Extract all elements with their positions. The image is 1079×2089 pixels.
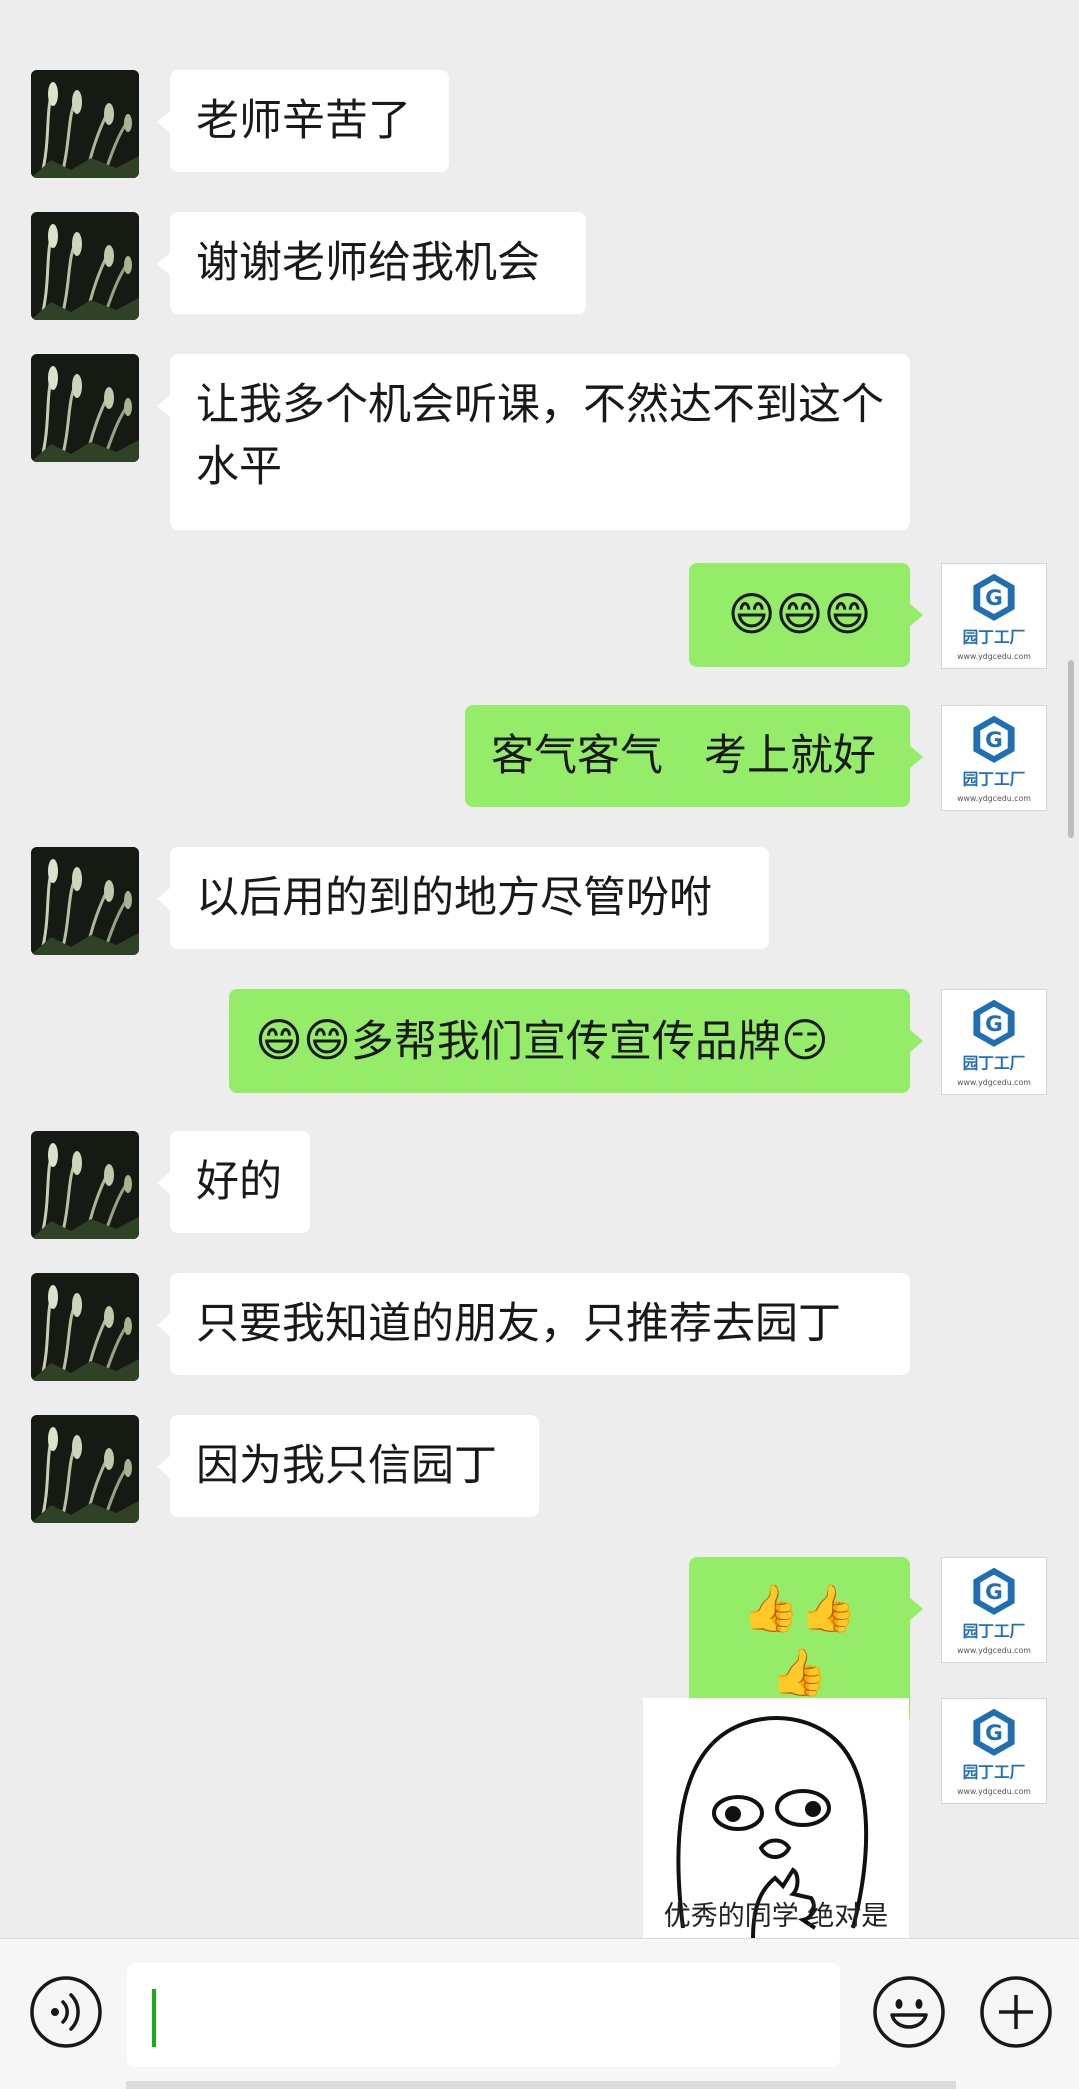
voice-icon [30, 1976, 102, 2048]
scrollbar[interactable] [1068, 660, 1074, 838]
grass-photo-icon [31, 847, 139, 955]
grass-photo-icon [31, 212, 139, 320]
my-avatar[interactable]: G 园丁工厂 www.ydgcedu.com [941, 705, 1047, 811]
svg-text:G: G [985, 586, 1003, 611]
keyboard-edge [126, 2081, 956, 2089]
brand-name: 园丁工厂 [963, 769, 1026, 788]
svg-text:G: G [985, 1721, 1003, 1746]
grass-photo-icon [31, 354, 139, 462]
brand-url: www.ydgcedu.com [957, 652, 1031, 661]
emoji-group: 😄😄 [255, 1013, 351, 1067]
more-button[interactable] [979, 1975, 1053, 2049]
svg-text:G: G [985, 1012, 1003, 1037]
contact-avatar[interactable] [31, 1273, 139, 1381]
sticker-image[interactable]: 优秀的同学 绝对是 [643, 1698, 909, 1938]
grass-photo-icon [31, 70, 139, 178]
grass-photo-icon [31, 1131, 139, 1239]
thumbs-up-emoji-group: 👍👍👍 [742, 1581, 857, 1699]
my-avatar[interactable]: G 园丁工厂 www.ydgcedu.com [941, 563, 1047, 669]
chat-history[interactable]: 老师辛苦了 谢谢老师给我机会 让我多个机会听课，不然达不到这个水平 😄😄😄 G … [0, 0, 1079, 1938]
brand-url: www.ydgcedu.com [957, 1646, 1031, 1655]
smirk-emoji: 😏 [780, 1013, 829, 1067]
message-bubble-incoming[interactable]: 因为我只信园丁 [157, 1415, 539, 1517]
message-text: 客气客气 考上就好 [491, 731, 877, 781]
brand-logo-icon: G 园丁工厂 www.ydgcedu.com [942, 1699, 1046, 1803]
sticker-caption: 优秀的同学 绝对是 [663, 1901, 889, 1932]
message-bubble-incoming[interactable]: 让我多个机会听课，不然达不到这个水平 [157, 354, 910, 530]
plus-icon [980, 1976, 1052, 2048]
my-avatar[interactable]: G 园丁工厂 www.ydgcedu.com [941, 1557, 1047, 1663]
voice-button[interactable] [29, 1975, 103, 2049]
brand-logo-icon: G 园丁工厂 www.ydgcedu.com [942, 706, 1046, 810]
message-bubble-incoming[interactable]: 老师辛苦了 [157, 70, 449, 172]
message-text: 老师辛苦了 [196, 96, 411, 146]
svg-text:G: G [985, 728, 1003, 753]
message-text: 谢谢老师给我机会 [196, 238, 540, 288]
message-text: 多帮我们宣传宣传品牌 [350, 1017, 781, 1067]
brand-url: www.ydgcedu.com [957, 794, 1031, 803]
brand-name: 园丁工厂 [963, 1053, 1026, 1072]
message-text: 以后用的到的地方尽管吩咐 [196, 873, 712, 923]
brand-logo-icon: G 园丁工厂 www.ydgcedu.com [942, 1558, 1046, 1662]
brand-url: www.ydgcedu.com [957, 1078, 1031, 1087]
contact-avatar[interactable] [31, 354, 139, 462]
message-bubble-incoming[interactable]: 以后用的到的地方尽管吩咐 [157, 847, 769, 949]
contact-avatar[interactable] [31, 1131, 139, 1239]
contact-avatar[interactable] [31, 847, 139, 955]
message-bubble-incoming[interactable]: 只要我知道的朋友，只推荐去园丁 [157, 1273, 910, 1375]
svg-text:G: G [985, 1580, 1003, 1605]
contact-avatar[interactable] [31, 70, 139, 178]
my-avatar[interactable]: G 园丁工厂 www.ydgcedu.com [941, 1698, 1047, 1804]
input-bar [0, 1938, 1079, 2089]
brand-logo-icon: G 园丁工厂 www.ydgcedu.com [942, 564, 1046, 668]
grass-photo-icon [31, 1415, 139, 1523]
message-text: 只要我知道的朋友，只推荐去园丁 [196, 1299, 841, 1349]
emoji-button[interactable] [872, 1975, 946, 2049]
message-bubble-outgoing[interactable]: 😄😄多帮我们宣传宣传品牌😏 [229, 989, 923, 1093]
brand-url: www.ydgcedu.com [957, 1787, 1031, 1796]
brand-name: 园丁工厂 [963, 627, 1026, 646]
message-bubble-incoming[interactable]: 谢谢老师给我机会 [157, 212, 586, 314]
grass-photo-icon [31, 1273, 139, 1381]
emoji-icon [873, 1976, 945, 2048]
my-avatar[interactable]: G 园丁工厂 www.ydgcedu.com [941, 989, 1047, 1095]
message-bubble-outgoing[interactable]: 客气客气 考上就好 [465, 705, 923, 807]
contact-avatar[interactable] [31, 1415, 139, 1523]
text-cursor [152, 1989, 156, 2047]
message-bubble-incoming[interactable]: 好的 [157, 1131, 310, 1233]
brand-name: 园丁工厂 [963, 1621, 1026, 1640]
contact-avatar[interactable] [31, 212, 139, 320]
message-input[interactable] [127, 1963, 840, 2067]
message-text: 好的 [196, 1157, 282, 1207]
message-bubble-outgoing[interactable]: 😄😄😄 [689, 563, 923, 667]
emoji-group: 😄😄😄 [727, 587, 872, 641]
brand-logo-icon: G 园丁工厂 www.ydgcedu.com [942, 990, 1046, 1094]
brand-name: 园丁工厂 [963, 1762, 1026, 1781]
message-text: 让我多个机会听课，不然达不到这个水平 [196, 380, 884, 492]
message-text: 因为我只信园丁 [196, 1441, 497, 1491]
